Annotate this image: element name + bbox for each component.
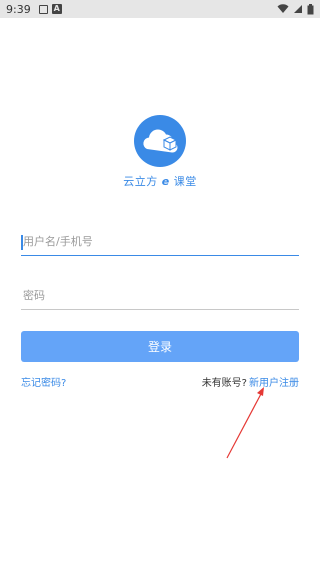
forgot-password-link[interactable]: 忘记密码? [21,374,66,389]
app-logo: 云立方 e 课堂 [0,115,320,189]
cellular-icon [294,5,302,13]
cloud-cube-logo-icon [134,115,186,167]
a-icon: A [51,4,62,14]
e-letter-icon: e [161,175,170,188]
login-button-label: 登录 [147,340,172,354]
text-cursor [21,235,23,250]
status-right-icons [277,3,314,15]
no-account-label: 未有账号? [201,378,247,389]
register-link[interactable]: 新用户注册 [249,374,299,389]
app-name-main: 云立方 [123,175,158,188]
username-input[interactable] [21,228,299,255]
app-name-suffix: 课堂 [173,175,197,188]
status-time: 9:39 [6,2,31,16]
battery-icon [307,3,314,14]
app-name: 云立方 e 课堂 [123,173,196,189]
notification-box-icon [38,4,48,14]
register-row: 未有账号? 新用户注册 [202,374,299,389]
wifi-icon [277,4,289,13]
password-field[interactable] [21,282,299,310]
username-field[interactable] [21,228,299,256]
login-button[interactable]: 登录 [21,331,299,362]
status-left-icons: A [38,4,62,14]
status-bar: 9:39 A [0,0,320,18]
password-input[interactable] [21,282,299,309]
